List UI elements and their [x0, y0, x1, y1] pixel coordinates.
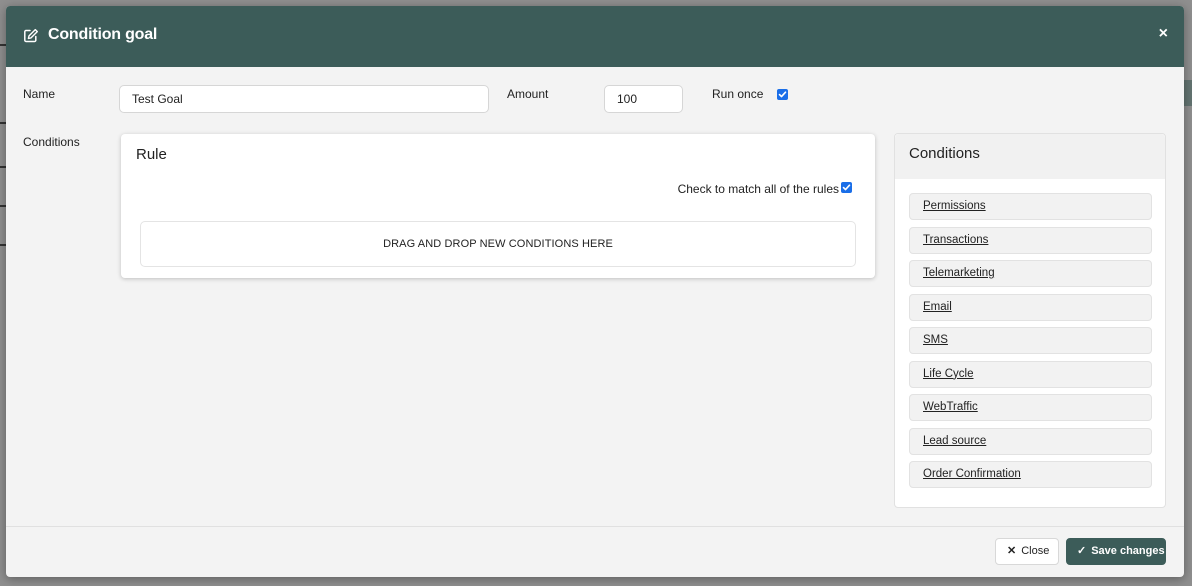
close-button-label: Close — [1021, 545, 1050, 557]
conditions-label: Conditions — [23, 135, 80, 149]
condition-item-transactions[interactable]: Transactions — [909, 226, 1152, 254]
condition-item-telemarketing[interactable]: Telemarketing — [909, 260, 1152, 287]
save-button-label: Save changes — [1091, 545, 1165, 557]
condition-item-sms[interactable]: SMS — [909, 327, 1152, 354]
name-label: Name — [23, 87, 56, 101]
condition-drop-zone[interactable]: DRAG AND DROP NEW CONDITIONS HERE — [140, 221, 856, 267]
save-changes-button[interactable]: ✓ Save changes — [1066, 538, 1166, 565]
name-input[interactable] — [119, 85, 489, 113]
match-all-checkbox[interactable] — [841, 182, 852, 193]
modal-title: Condition goal — [48, 26, 158, 43]
amount-input[interactable] — [604, 85, 683, 113]
condition-item-order-confirmation[interactable]: Order Confirmation — [909, 461, 1152, 488]
amount-label: Amount — [507, 87, 549, 101]
close-button[interactable]: ✕ Close — [995, 538, 1059, 565]
check-icon: ✓ — [1077, 545, 1087, 557]
close-icon[interactable]: × — [1159, 25, 1168, 43]
condition-goal-modal: Condition goal × Name Amount Run once Co… — [6, 6, 1184, 577]
rule-title: Rule — [136, 146, 167, 163]
conditions-panel: Conditions Permissions Transactions Tele… — [894, 133, 1166, 508]
run-once-checkbox[interactable] — [777, 89, 788, 100]
conditions-list: Permissions Transactions Telemarketing E… — [909, 193, 1152, 495]
condition-item-permissions[interactable]: Permissions — [909, 193, 1152, 220]
edit-icon — [23, 28, 39, 44]
footer-divider — [6, 526, 1184, 527]
run-once-label: Run once — [712, 87, 764, 101]
condition-item-lead-source[interactable]: Lead source — [909, 427, 1152, 455]
rule-panel: Rule Check to match all of the rules DRA… — [121, 134, 875, 278]
condition-item-email[interactable]: Email — [909, 293, 1152, 321]
conditions-panel-title: Conditions — [909, 145, 980, 162]
close-icon: ✕ — [1007, 545, 1017, 557]
condition-item-life-cycle[interactable]: Life Cycle — [909, 360, 1152, 388]
match-all-label: Check to match all of the rules — [677, 182, 839, 196]
modal-header: Condition goal × — [6, 6, 1184, 67]
condition-item-webtraffic[interactable]: WebTraffic — [909, 394, 1152, 421]
conditions-panel-header: Conditions — [895, 134, 1165, 179]
